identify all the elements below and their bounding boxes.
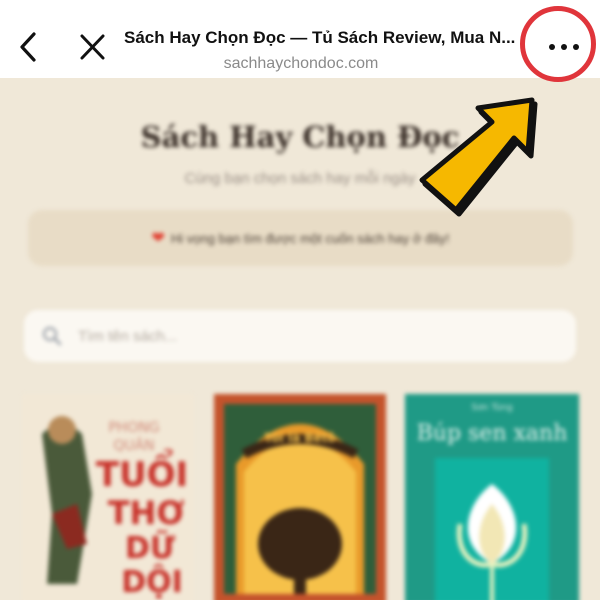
search-placeholder: Tìm tên sách...: [78, 327, 178, 345]
book1-cover-line: THƠ: [108, 494, 185, 532]
book-card[interactable]: Tôi là Bêtô: [214, 394, 386, 600]
browser-top-bar: Sách Hay Chọn Đọc — Tủ Sách Review, Mua …: [0, 0, 600, 78]
book3-cover-author: Sơn Tùng: [471, 403, 512, 413]
back-button[interactable]: [14, 28, 44, 66]
page-url: sachhaychondoc.com: [124, 55, 534, 73]
book1-cover-line: QUÂN: [113, 436, 154, 454]
page-title: Sách Hay Chọn Đọc — Tủ Sách Review, Mua …: [124, 28, 516, 47]
search-box[interactable]: Tìm tên sách...: [24, 310, 576, 362]
book1-cover-line: PHONG: [108, 420, 159, 436]
search-icon: [42, 326, 62, 346]
close-button[interactable]: [76, 28, 110, 66]
page-url-text: sachhaychondoc.com: [223, 55, 379, 72]
book3-cover-title: Búp sen xanh: [417, 421, 568, 446]
book-cover-toi-la-beto: Tôi là Bêtô: [214, 394, 386, 600]
book-card[interactable]: Sơn Tùng Búp sen xanh: [405, 394, 579, 600]
banner-text: Hi vọng bạn tìm được một cuốn sách hay ở…: [170, 230, 450, 246]
book1-cover-line: DỮ: [125, 529, 175, 566]
welcome-banner: ❤ Hi vọng bạn tìm được một cuốn sách hay…: [28, 210, 573, 266]
book2-cover-title: Tôi là Bêtô: [264, 431, 335, 445]
book-cover-bup-sen-xanh: Sơn Tùng Búp sen xanh: [405, 394, 579, 600]
book-card[interactable]: PHONG QUÂN TUỔI THƠ DỮ DỘI: [22, 394, 194, 600]
highlight-circle-annotation: [520, 6, 596, 82]
book1-cover-line: TUỔI: [96, 448, 188, 495]
close-icon: [80, 34, 105, 60]
book1-cover-line: DỘI: [121, 563, 183, 600]
back-icon: [20, 32, 36, 62]
heart-icon: ❤: [151, 230, 165, 247]
pointer-arrow-annotation: [419, 97, 538, 217]
book-cover-tuoi-tho-du-doi: PHONG QUÂN TUỔI THƠ DỮ DỘI: [22, 394, 194, 600]
